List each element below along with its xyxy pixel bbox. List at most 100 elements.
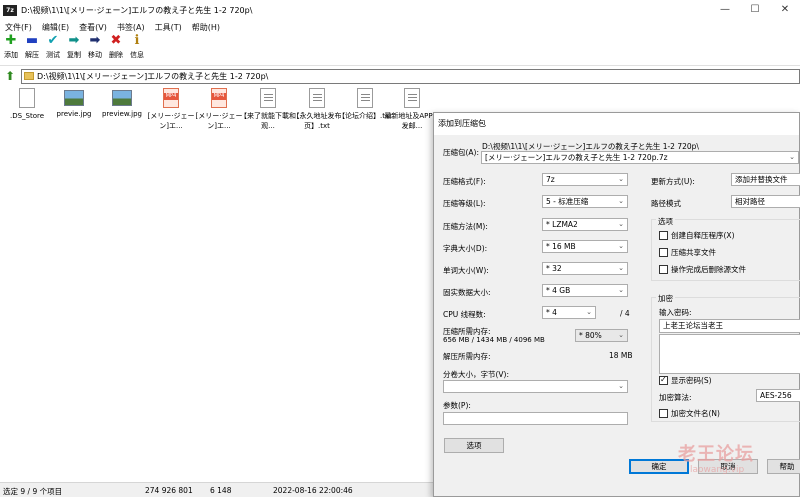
test-button[interactable]: ✔ 测试 [43, 34, 63, 60]
add-icon: ✚ [5, 33, 17, 48]
file-item[interactable]: 【永久地址发布页】.txt [292, 88, 342, 131]
split-volume-combo[interactable]: ⌄ [443, 380, 628, 393]
menu-tools[interactable]: 工具(T) [150, 22, 187, 33]
level-select[interactable]: 5 - 标准压缩 ⌄ [542, 195, 628, 208]
file-icon [19, 88, 35, 108]
extract-button[interactable]: ▬ 解压 [22, 34, 42, 60]
archive-name-value: [メリー·ジェーン]エルフの教え子と先生 1-2 720p.7z [485, 153, 668, 162]
status-selection: 选定 9 / 9 个项目 [3, 487, 63, 496]
video-file-icon: MP4 [163, 88, 179, 108]
chevron-down-icon: ⌄ [618, 220, 624, 228]
encryption-method-select[interactable]: AES-256 [756, 389, 800, 402]
menu-view[interactable]: 查看(V) [74, 22, 112, 33]
file-name: 最新地址及APP请发邮... [384, 112, 440, 130]
status-packed: 6 148 [210, 486, 232, 495]
cpu-threads-value: * 4 [546, 308, 557, 317]
chevron-down-icon: ⌄ [618, 197, 624, 205]
solid-size-select[interactable]: * 4 GB ⌄ [542, 284, 628, 297]
menu-bar: 文件(F) 编辑(E) 查看(V) 书签(A) 工具(T) 帮助(H) [0, 20, 800, 34]
file-name: [メリー·ジェーン]エ... [195, 112, 243, 130]
close-button[interactable]: ✕ [770, 0, 800, 20]
file-item[interactable]: 【来了就能下載和观... [240, 88, 296, 131]
delete-after-checkbox-box [659, 265, 668, 274]
password-confirm-area[interactable] [659, 334, 800, 374]
format-select[interactable]: 7z ⌄ [542, 173, 628, 186]
path-input[interactable]: D:\视频\1\1\[メリー·ジェーン]エルフの教え子と先生 1-2 720p\ [20, 68, 800, 84]
delete-button[interactable]: ✖ 删除 [106, 34, 126, 60]
move-button[interactable]: ➡ 移动 [85, 34, 105, 60]
chevron-down-icon: ⌄ [618, 331, 624, 339]
file-name: preview.jpg [101, 110, 142, 118]
file-item[interactable]: 最新地址及APP请发邮... [384, 88, 440, 131]
shared-files-checkbox[interactable]: 压缩共享文件 [659, 247, 716, 258]
split-volume-label: 分卷大小，字节(V): [443, 370, 510, 379]
menu-edit[interactable]: 编辑(E) [37, 22, 74, 33]
options-button[interactable]: 选项 [444, 438, 504, 453]
sfx-checkbox[interactable]: 创建自释压程序(X) [659, 230, 735, 241]
move-icon: ➡ [89, 33, 101, 48]
window-title: D:\视频\1\1\[メリー·ジェーン]エルフの教え子と先生 1-2 720p\ [21, 5, 253, 15]
extract-icon: ▬ [25, 33, 39, 48]
help-button[interactable]: 帮助 [767, 459, 800, 474]
decompress-memory-label: 解压所需内存: [443, 352, 491, 361]
decompress-memory-value: 18 MB [609, 351, 633, 360]
add-label: 添加 [4, 51, 18, 59]
password-label: 输入密码: [659, 308, 692, 317]
file-item[interactable]: MP4 [メリー·ジェーン]エ... [146, 88, 196, 131]
test-label: 测试 [46, 51, 60, 59]
info-button[interactable]: ℹ 信息 [127, 34, 147, 60]
maximize-button[interactable]: ☐ [740, 0, 770, 20]
file-item[interactable]: preview.jpg [97, 88, 147, 119]
text-file-icon [357, 88, 373, 108]
minimize-button[interactable]: — [710, 0, 740, 20]
cpu-threads-select[interactable]: * 4 ⌄ [542, 306, 596, 319]
encrypt-filenames-checkbox[interactable]: 加密文件名(N) [659, 408, 720, 419]
copy-button[interactable]: ➡ 复制 [64, 34, 84, 60]
add-button[interactable]: ✚ 添加 [1, 34, 21, 60]
text-file-icon [309, 88, 325, 108]
path-mode-label: 路径模式 [651, 199, 681, 208]
menu-file[interactable]: 文件(F) [0, 22, 37, 33]
dialog-title: 添加到压缩包 [434, 113, 799, 135]
memory-percent-select[interactable]: * 80% ⌄ [575, 329, 628, 342]
word-size-select[interactable]: * 32 ⌄ [542, 262, 628, 275]
encryption-method-value: AES-256 [760, 391, 792, 400]
mp4-badge: MP4 [164, 93, 178, 100]
dictionary-select[interactable]: * 16 MB ⌄ [542, 240, 628, 253]
file-name: 【来了就能下載和观... [240, 112, 296, 130]
address-bar: ⬆ D:\视频\1\1\[メリー·ジェーン]エルフの教え子と先生 1-2 720… [0, 67, 800, 85]
format-value: 7z [546, 175, 555, 184]
level-label: 压缩等级(L): [443, 199, 486, 208]
image-file-icon [112, 90, 132, 106]
parameters-input[interactable] [443, 412, 628, 425]
menu-help[interactable]: 帮助(H) [187, 22, 225, 33]
encrypt-filenames-checkbox-box [659, 409, 668, 418]
cpu-threads-label: CPU 线程数: [443, 310, 486, 319]
memory-detail: 656 MB / 1434 MB / 4096 MB [443, 336, 545, 344]
file-item[interactable]: MP4 [メリー·ジェーン]エ... [194, 88, 244, 131]
chevron-down-icon: ⌄ [618, 242, 624, 250]
update-mode-select[interactable]: 添加并替换文件 [731, 173, 800, 186]
menu-bookmarks[interactable]: 书签(A) [112, 22, 150, 33]
path-mode-value: 相对路径 [735, 197, 765, 206]
format-label: 压缩格式(F): [443, 177, 486, 186]
encryption-method-label: 加密算法: [659, 393, 692, 402]
file-item[interactable]: previe.jpg [49, 88, 99, 119]
delete-after-checkbox[interactable]: 操作完成后删除源文件 [659, 264, 746, 275]
test-icon: ✔ [47, 33, 59, 48]
folder-up-icon[interactable]: ⬆ [3, 69, 17, 83]
password-input[interactable]: 上老王论坛当老王 [659, 319, 800, 333]
sfx-checkbox-box [659, 231, 668, 240]
file-item[interactable]: .DS_Store [2, 88, 52, 121]
parameters-label: 参数(P): [443, 401, 471, 410]
file-item[interactable]: 【论坛介绍】.txt [338, 88, 392, 121]
word-size-label: 单词大小(W): [443, 266, 489, 275]
extract-label: 解压 [25, 51, 39, 59]
status-modified: 2022-08-16 22:00:46 [273, 486, 353, 495]
archive-name-combo[interactable]: [メリー·ジェーン]エルフの教え子と先生 1-2 720p.7z ⌄ [481, 151, 799, 164]
level-value: 5 - 标准压缩 [546, 197, 589, 206]
path-mode-select[interactable]: 相对路径 [731, 195, 800, 208]
sfx-checkbox-label: 创建自释压程序(X) [671, 231, 735, 240]
show-password-checkbox[interactable]: 显示密码(S) [659, 375, 712, 386]
method-select[interactable]: * LZMA2 ⌄ [542, 218, 628, 231]
